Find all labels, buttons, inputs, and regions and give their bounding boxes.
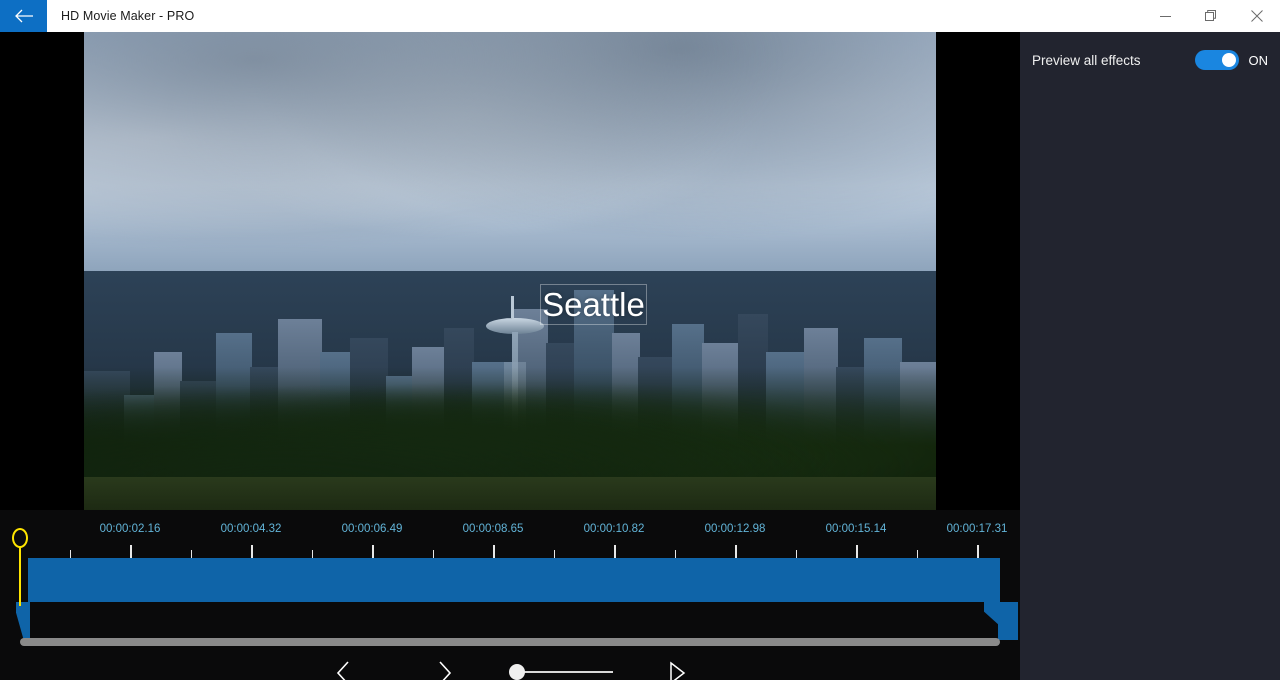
minimize-icon: [1160, 11, 1171, 22]
ruler-label: 00:00:02.16: [100, 523, 161, 535]
timeline[interactable]: 00:00:02.16 00:00:04.32 00:00:06.49 00:0…: [0, 510, 1020, 650]
toggle-state-label: ON: [1249, 53, 1269, 68]
chevron-right-icon: [435, 658, 455, 680]
text-editor-panel: Preview all effects ON Add Text Seattle …: [1020, 32, 1280, 680]
timeline-horizontal-scrollbar[interactable]: [20, 638, 1000, 646]
sky-clouds: [84, 32, 936, 309]
time-scale-slider[interactable]: Time scale: [496, 657, 626, 680]
toggle-knob: [1222, 53, 1236, 67]
clip-left-handle[interactable]: [16, 602, 30, 640]
window-title: HD Movie Maker - PRO: [61, 9, 194, 23]
ruler-label: 00:00:10.82: [584, 523, 645, 535]
clip-right-handle[interactable]: [998, 602, 1018, 640]
restore-icon: [1205, 10, 1217, 22]
title-bar: HD Movie Maker - PRO: [0, 0, 1280, 32]
foreground-ground: [84, 477, 936, 510]
ruler-label: 00:00:17.31: [947, 523, 1008, 535]
ruler-label: 00:00:12.98: [705, 523, 766, 535]
play-triangle-icon: [666, 658, 688, 680]
restore-button[interactable]: [1188, 0, 1234, 32]
preview-all-effects-label: Preview all effects: [1032, 53, 1141, 68]
timeline-ticks: [0, 542, 1020, 558]
backward-button[interactable]: Backward: [292, 658, 394, 680]
ruler-label: 00:00:08.65: [463, 523, 524, 535]
ruler-label: 00:00:15.14: [826, 523, 887, 535]
ruler-label: 00:00:04.32: [221, 523, 282, 535]
back-button[interactable]: [0, 0, 47, 32]
overlay-text-box[interactable]: Seattle: [540, 284, 647, 325]
time-scale-knob[interactable]: [509, 664, 525, 680]
window-controls: [1142, 0, 1280, 32]
app-window: HD Movie Maker - PRO: [0, 0, 1280, 680]
timeline-ruler[interactable]: 00:00:02.16 00:00:04.32 00:00:06.49 00:0…: [0, 510, 1020, 542]
ruler-label: 00:00:06.49: [342, 523, 403, 535]
video-preview[interactable]: Seattle: [84, 32, 936, 510]
chevron-left-icon: [333, 658, 353, 680]
video-stage[interactable]: Seattle: [0, 32, 1020, 510]
preview-all-effects-row: Preview all effects ON: [1020, 32, 1280, 88]
minimize-button[interactable]: [1142, 0, 1188, 32]
clip-right-notch: [984, 602, 1000, 626]
video-clip[interactable]: [28, 558, 1000, 602]
overlay-text-value: Seattle: [542, 288, 645, 321]
time-scale-line: [517, 671, 613, 673]
back-arrow-icon: [14, 9, 34, 23]
clip-track[interactable]: [0, 558, 1020, 638]
forward-button[interactable]: Forward: [394, 658, 496, 680]
preview-all-effects-toggle[interactable]: [1195, 50, 1239, 70]
close-button[interactable]: [1234, 0, 1280, 32]
main-area: Seattle 00:00:02.16 00:00:04.32 00:00:06…: [0, 32, 1020, 680]
time-scale-track[interactable]: [509, 657, 613, 680]
preview-button[interactable]: Preview: [626, 658, 728, 680]
close-icon: [1251, 10, 1263, 22]
bottom-toolbar: Backward Forward Time scale: [0, 650, 1020, 680]
